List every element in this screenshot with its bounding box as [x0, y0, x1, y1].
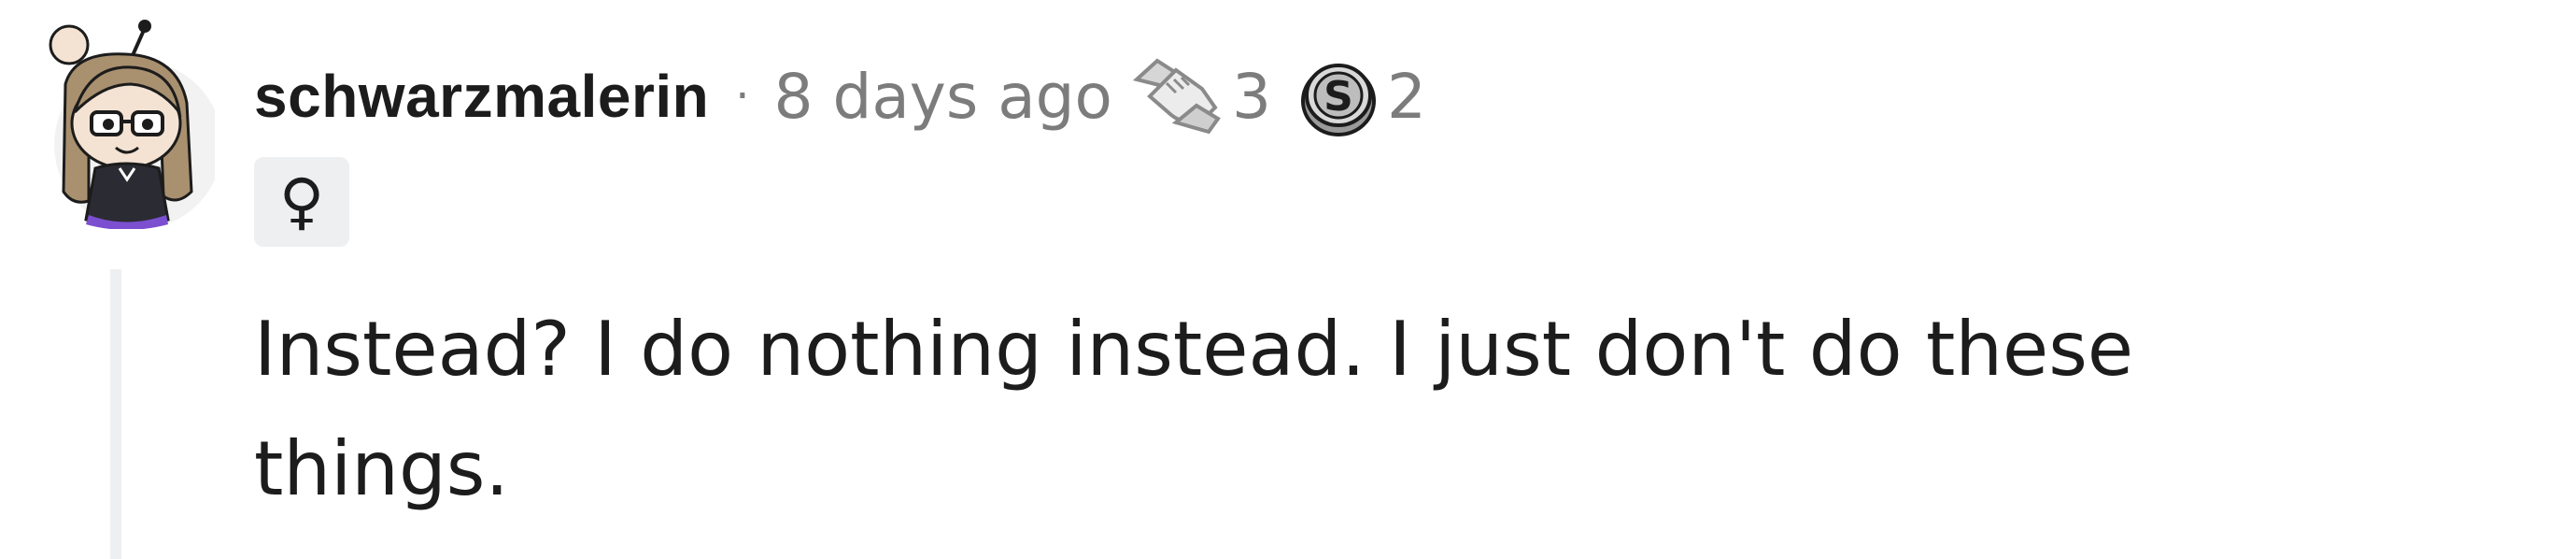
user-avatar[interactable]: [37, 19, 215, 229]
comment: schwarzmalerin · 8 days ago 3 S 2 ♀ Inst…: [0, 0, 2576, 559]
handshake-award-icon: [1132, 58, 1221, 135]
silver-coin-award-icon: S: [1300, 64, 1376, 136]
award-count: 3: [1231, 60, 1271, 133]
comment-header: schwarzmalerin · 8 days ago 3 S 2: [254, 45, 1426, 148]
thread-collapse-line[interactable]: [110, 269, 121, 559]
award-count: 2: [1386, 60, 1426, 133]
user-flair: ♀: [254, 157, 349, 247]
meta-separator: ·: [735, 70, 750, 122]
comment-timestamp[interactable]: 8 days ago: [773, 61, 1111, 133]
award-silver[interactable]: S 2: [1299, 54, 1426, 138]
snoo-avatar-icon: [49, 20, 215, 229]
comment-body: Instead? I do nothing instead. I just do…: [254, 306, 2134, 512]
award-handshake[interactable]: 3: [1129, 51, 1271, 141]
svg-text:S: S: [1323, 73, 1353, 121]
username-link[interactable]: schwarzmalerin: [254, 62, 709, 131]
